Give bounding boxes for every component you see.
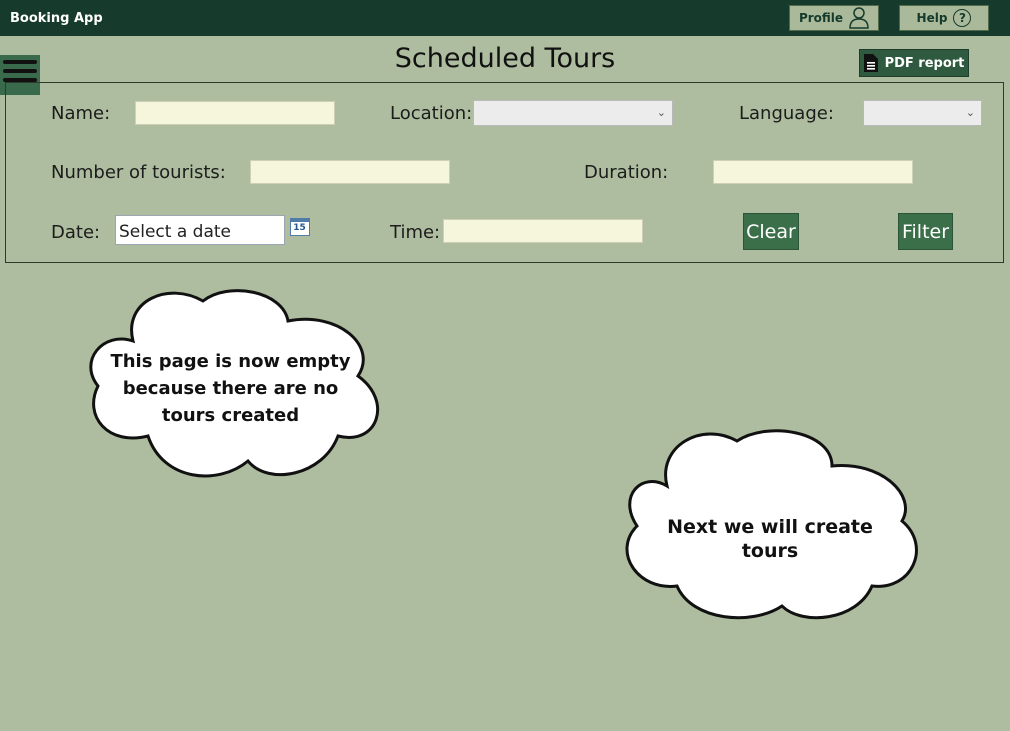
calendar-button[interactable]: 15 (287, 216, 312, 244)
title-bar: Booking App Profile Help ? (0, 0, 1010, 36)
profile-label: Profile (798, 11, 844, 25)
date-picker-input[interactable]: Select a date (115, 215, 285, 245)
document-icon (863, 54, 878, 72)
next-step-message: Next we will create tours (667, 516, 873, 562)
profile-button[interactable]: Profile (789, 5, 879, 31)
question-icon: ? (953, 9, 972, 27)
location-label: Location: (390, 103, 473, 124)
date-label: Date: (51, 222, 101, 243)
tourists-field[interactable] (250, 160, 450, 184)
pdf-report-label: PDF report (884, 55, 965, 71)
language-select[interactable]: ⌄ (863, 100, 982, 126)
duration-label: Duration: (584, 162, 669, 183)
filter-button[interactable]: Filter (898, 213, 953, 250)
time-field[interactable] (443, 219, 643, 243)
name-field[interactable] (135, 101, 335, 125)
pdf-report-button[interactable]: PDF report (859, 49, 969, 77)
help-button[interactable]: Help ? (899, 5, 989, 31)
duration-field[interactable] (713, 160, 913, 184)
chevron-down-icon: ⌄ (965, 106, 975, 119)
name-label: Name: (51, 103, 111, 124)
help-label: Help (916, 11, 948, 25)
clear-button[interactable]: Clear (743, 213, 799, 250)
location-select[interactable]: ⌄ (473, 100, 673, 126)
empty-page-message: This page is now empty because there are… (110, 351, 351, 426)
chevron-down-icon: ⌄ (656, 106, 666, 119)
calendar-icon: 15 (289, 218, 310, 236)
tourists-label: Number of tourists: (51, 162, 226, 183)
time-label: Time: (390, 222, 441, 243)
language-label: Language: (739, 103, 834, 124)
user-icon (849, 7, 869, 29)
app-title: Booking App (10, 11, 103, 26)
